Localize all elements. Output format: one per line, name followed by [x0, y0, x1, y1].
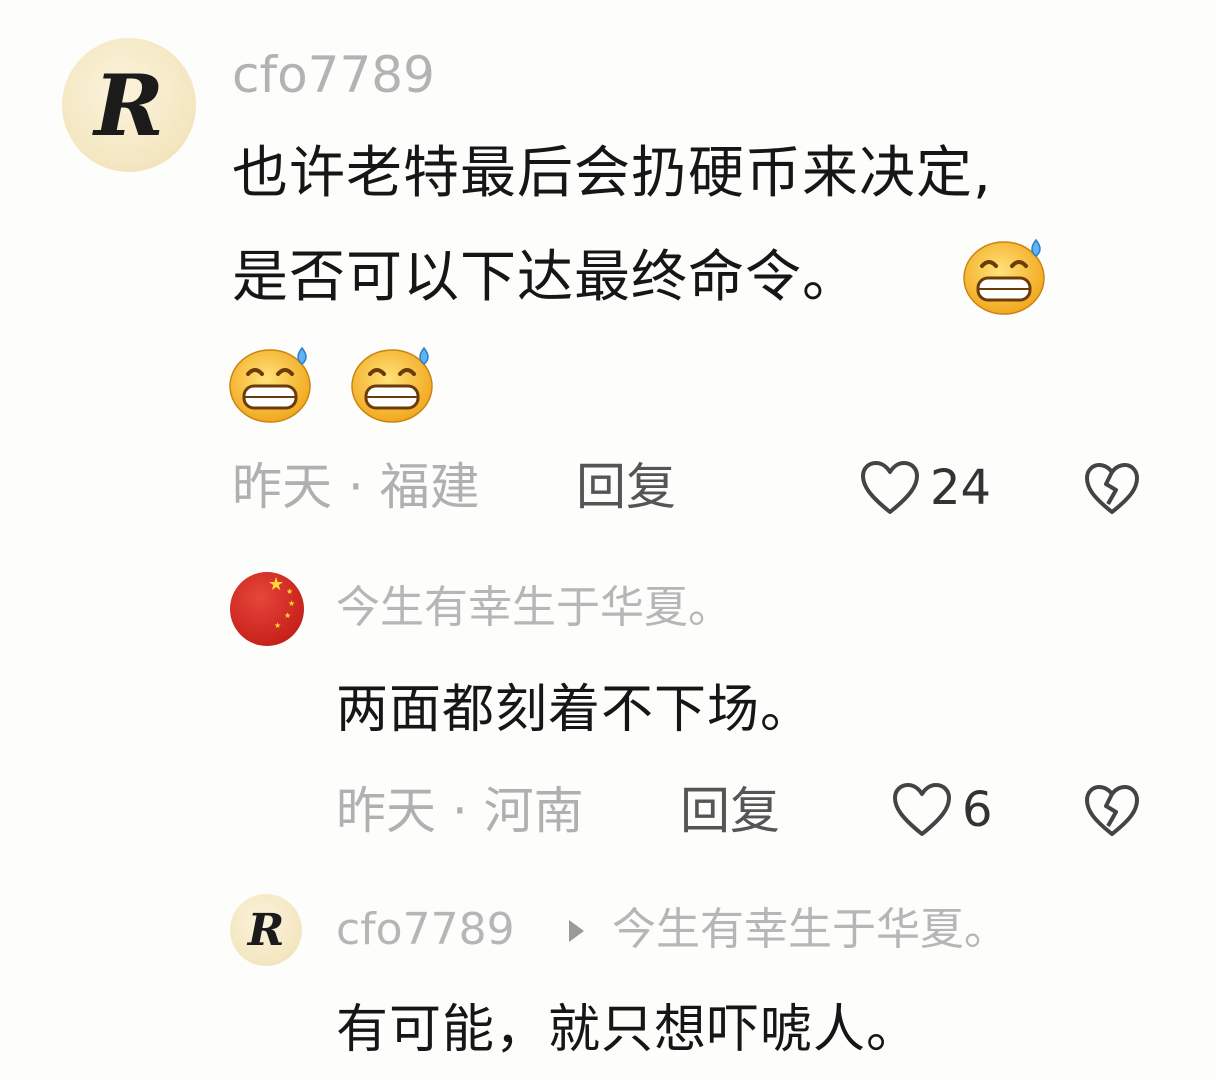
flag-star-icon: ★	[274, 621, 282, 630]
reply-to-username[interactable]: 今生有幸生于华夏。	[612, 908, 1008, 952]
grinning-sweat-emoji	[229, 346, 311, 423]
comment-text-line-1: 也许老特最后会扔硬币来决定,	[232, 141, 992, 206]
reply-text: 两面都刻着不下场。	[336, 680, 814, 740]
grinning-sweat-emoji	[963, 238, 1045, 315]
reply-username[interactable]: cfo7789	[336, 908, 515, 952]
flag-star-icon: ★	[288, 599, 296, 608]
reply-username[interactable]: 今生有幸生于华夏。	[336, 586, 732, 630]
heart-icon[interactable]	[892, 782, 952, 838]
like-count: 24	[930, 460, 992, 516]
reply-text: 有可能，就只想吓唬人。	[336, 1000, 920, 1060]
reply-button[interactable]: 回复	[680, 786, 780, 836]
avatar[interactable]: ★ ★ ★ ★ ★	[230, 572, 304, 646]
grinning-sweat-emoji	[351, 346, 433, 423]
reply-meta: 昨天 · 河南	[336, 782, 584, 840]
broken-heart-icon[interactable]	[1084, 462, 1140, 516]
heart-icon[interactable]	[860, 460, 920, 516]
comment-text-line-2: 是否可以下达最终命令。	[232, 245, 859, 310]
flag-star-icon: ★	[268, 574, 285, 595]
like-count: 6	[962, 782, 993, 838]
comment-meta: 昨天 · 福建	[232, 458, 480, 516]
comment-username[interactable]: cfo7789	[232, 50, 435, 100]
avatar-letter: R	[94, 55, 164, 155]
avatar-letter: R	[247, 904, 285, 956]
flag-star-icon: ★	[286, 587, 294, 596]
avatar[interactable]: R	[230, 894, 302, 966]
avatar[interactable]: R	[62, 38, 196, 172]
reply-arrow-icon	[569, 920, 584, 942]
reply-button[interactable]: 回复	[576, 462, 676, 512]
broken-heart-icon[interactable]	[1084, 784, 1140, 838]
flag-star-icon: ★	[284, 611, 292, 620]
